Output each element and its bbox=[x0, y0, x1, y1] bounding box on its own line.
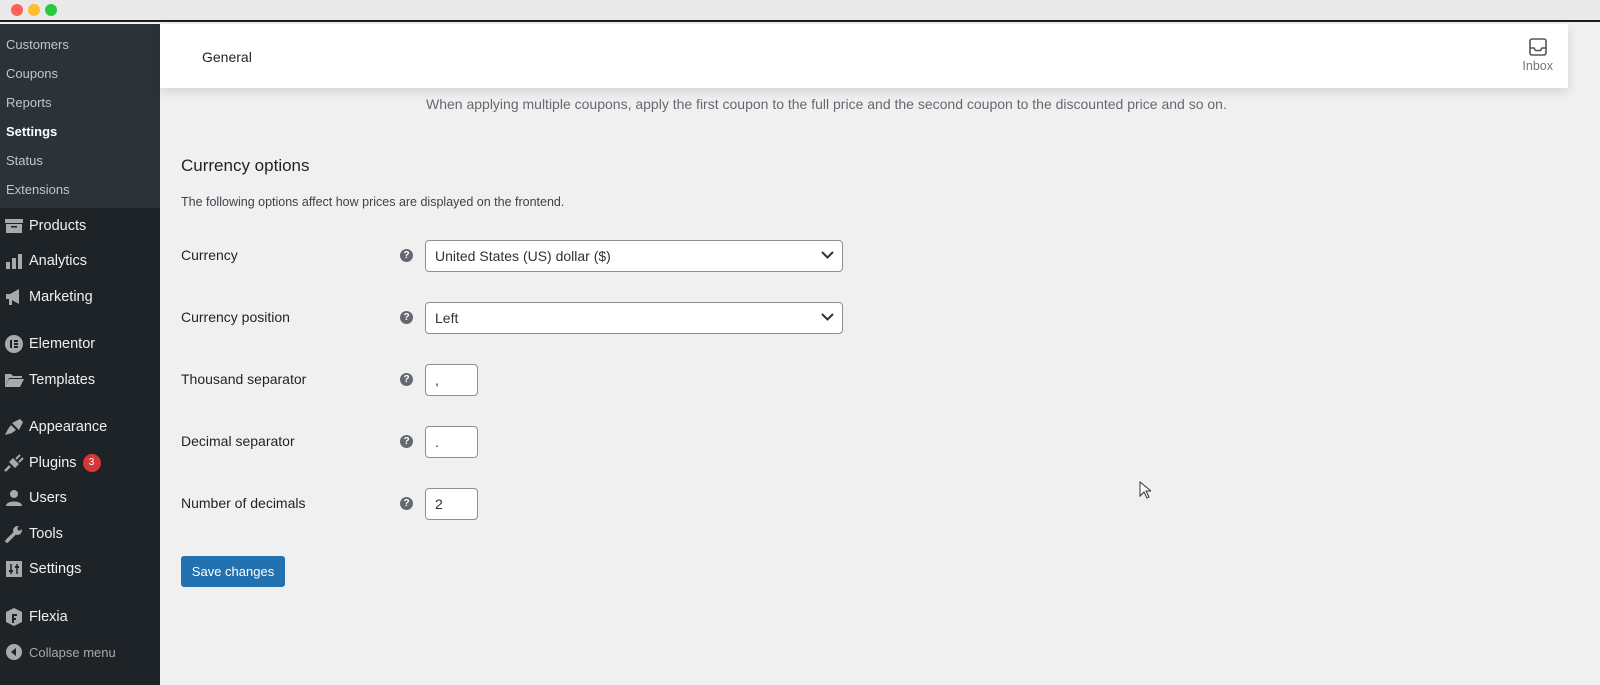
currency-select[interactable]: United States (US) dollar ($) bbox=[425, 240, 843, 272]
archive-icon bbox=[0, 218, 29, 234]
currency-position-row: Currency position ? Left bbox=[181, 302, 881, 334]
sidebar-item-label: Settings bbox=[29, 561, 82, 578]
save-changes-button[interactable]: Save changes bbox=[181, 556, 285, 587]
sidebar-item-label: Tools bbox=[29, 525, 63, 542]
submenu-reports[interactable]: Reports bbox=[0, 88, 160, 117]
thousand-separator-row: Thousand separator ? , bbox=[181, 364, 881, 396]
help-icon[interactable]: ? bbox=[400, 373, 413, 386]
sidebar-item-label: Analytics bbox=[29, 253, 88, 270]
page-title: General bbox=[202, 49, 252, 65]
sidebar-item-settings[interactable]: Settings bbox=[0, 552, 160, 588]
inbox-button[interactable]: Inbox bbox=[1522, 38, 1553, 73]
help-icon[interactable]: ? bbox=[400, 249, 413, 262]
decimal-separator-row: Decimal separator ? . bbox=[181, 426, 881, 458]
field-label: Thousand separator bbox=[181, 371, 307, 387]
plug-icon bbox=[0, 454, 29, 472]
collapse-menu-button[interactable]: Collapse menu bbox=[0, 635, 160, 671]
bar-chart-icon bbox=[0, 253, 29, 270]
close-window-button[interactable] bbox=[11, 4, 23, 16]
sidebar-item-label: Templates bbox=[29, 371, 96, 388]
thousand-separator-input[interactable]: , bbox=[425, 364, 478, 396]
help-icon[interactable]: ? bbox=[400, 311, 413, 324]
page-header: General Inbox bbox=[160, 24, 1568, 88]
sidebar-item-users[interactable]: Users bbox=[0, 481, 160, 517]
paintbrush-icon bbox=[0, 418, 29, 436]
minimize-window-button[interactable] bbox=[28, 4, 40, 16]
sidebar-item-label: Elementor bbox=[29, 336, 96, 353]
section-description: The following options affect how prices … bbox=[181, 195, 565, 209]
number-of-decimals-input[interactable]: 2 bbox=[425, 488, 478, 520]
submenu-coupons[interactable]: Coupons bbox=[0, 59, 160, 88]
collapse-menu-label: Collapse menu bbox=[29, 644, 116, 660]
sidebar-item-plugins[interactable]: Plugins 3 bbox=[0, 445, 160, 481]
sliders-icon bbox=[0, 560, 29, 578]
collapse-arrow-icon bbox=[0, 643, 29, 661]
sidebar-item-elementor[interactable]: Elementor bbox=[0, 327, 160, 363]
admin-sidebar: Customers Coupons Reports Settings Statu… bbox=[0, 24, 160, 685]
mouse-cursor-icon bbox=[1139, 481, 1151, 499]
chevron-down-icon bbox=[821, 251, 834, 259]
selected-value: Left bbox=[435, 310, 459, 326]
currency-row: Currency ? United States (US) dollar ($) bbox=[181, 240, 881, 272]
help-icon[interactable]: ? bbox=[400, 435, 413, 448]
inbox-label: Inbox bbox=[1522, 59, 1553, 73]
maximize-window-button[interactable] bbox=[45, 4, 57, 16]
sidebar-item-label: Appearance bbox=[29, 419, 108, 436]
flexia-icon bbox=[0, 607, 29, 627]
decimal-separator-input[interactable]: . bbox=[425, 426, 478, 458]
sidebar-item-label: Products bbox=[29, 217, 87, 234]
sidebar-item-analytics[interactable]: Analytics bbox=[0, 244, 160, 280]
sidebar-item-tools[interactable]: Tools bbox=[0, 516, 160, 552]
selected-value: United States (US) dollar ($) bbox=[435, 248, 611, 264]
sidebar-item-label: Flexia bbox=[29, 608, 68, 625]
section-title: Currency options bbox=[181, 156, 310, 175]
field-label: Number of decimals bbox=[181, 495, 306, 511]
inbox-icon bbox=[1522, 38, 1553, 59]
wrench-icon bbox=[0, 525, 29, 543]
help-icon[interactable]: ? bbox=[400, 497, 413, 510]
field-label: Currency position bbox=[181, 309, 290, 325]
sidebar-item-marketing[interactable]: Marketing bbox=[0, 279, 160, 315]
sidebar-item-products[interactable]: Products bbox=[0, 208, 160, 244]
sidebar-item-label: Marketing bbox=[29, 288, 93, 305]
currency-position-select[interactable]: Left bbox=[425, 302, 843, 334]
woocommerce-submenu: Customers Coupons Reports Settings Statu… bbox=[0, 24, 160, 208]
folder-icon bbox=[0, 372, 29, 388]
submenu-settings[interactable]: Settings bbox=[0, 117, 160, 146]
sidebar-item-templates[interactable]: Templates bbox=[0, 362, 160, 398]
elementor-icon bbox=[0, 334, 29, 354]
window-titlebar bbox=[0, 0, 1600, 22]
number-of-decimals-row: Number of decimals ? 2 bbox=[181, 488, 881, 520]
submenu-extensions[interactable]: Extensions bbox=[0, 175, 160, 204]
chevron-down-icon bbox=[821, 313, 834, 321]
field-label: Decimal separator bbox=[181, 433, 295, 449]
plugin-update-count-badge: 3 bbox=[82, 453, 101, 472]
user-icon bbox=[0, 489, 29, 507]
submenu-customers[interactable]: Customers bbox=[0, 30, 160, 59]
submenu-status[interactable]: Status bbox=[0, 146, 160, 175]
megaphone-icon bbox=[0, 288, 29, 306]
field-label: Currency bbox=[181, 247, 238, 263]
sidebar-item-flexia[interactable]: Flexia bbox=[0, 599, 160, 635]
sidebar-item-appearance[interactable]: Appearance bbox=[0, 410, 160, 446]
coupon-calculation-description: When applying multiple coupons, apply th… bbox=[426, 96, 1227, 112]
sidebar-item-label: Plugins bbox=[29, 454, 77, 471]
sidebar-item-label: Users bbox=[29, 490, 67, 507]
